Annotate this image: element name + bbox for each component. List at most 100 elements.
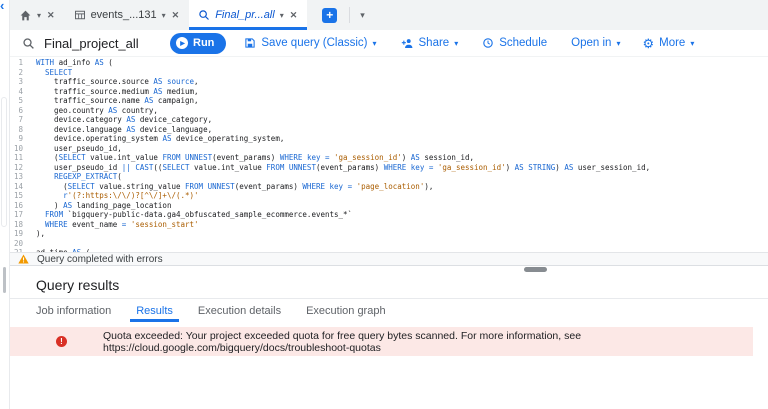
left-scrollbar-thumb[interactable] [3, 267, 6, 293]
tab-home[interactable]: ✕ [10, 0, 65, 30]
code-line[interactable]: 14 (SELECT value.string_value FROM UNNES… [10, 182, 768, 192]
code-line[interactable]: 19), [10, 229, 768, 239]
open-in-label: Open in [571, 37, 612, 49]
line-number: 3 [18, 77, 23, 86]
run-button[interactable]: Run [170, 32, 227, 54]
tab-label: Results [136, 304, 173, 317]
code-line[interactable]: 1 WITH ad_info AS ( [10, 58, 768, 68]
schedule-label: Schedule [499, 37, 548, 49]
line-number: 8 [18, 124, 23, 134]
line-number: 13 [13, 172, 23, 181]
more-button[interactable]: ⚙ More [642, 37, 694, 50]
save-query-button[interactable]: Save query (Classic) [244, 37, 376, 49]
code-line[interactable]: 6 geo.country AS country, [10, 106, 768, 116]
code-line[interactable]: 15 r'(?:https:\/\/)?[^\/]+\/(.*)' [10, 191, 768, 201]
code-line[interactable]: 10 user_pseudo_id, [10, 144, 768, 154]
line-number: 9 [18, 134, 23, 143]
line-number: 1 [18, 58, 23, 67]
quota-error-banner: Quota exceeded: Your project exceeded qu… [10, 327, 753, 356]
line-number: 15 [13, 191, 23, 200]
tab-label: Execution details [197, 304, 282, 317]
line-number: 19 [13, 229, 23, 238]
query-title: Final_project_all [44, 35, 139, 51]
code-line[interactable]: 4 traffic_source.medium AS medium, [10, 87, 768, 97]
tab-overflow-menu-icon[interactable] [360, 10, 365, 21]
code-line[interactable]: 18 WHERE event_name = 'session_start' [10, 220, 768, 230]
code-lines: 1 WITH ad_info AS (2 SELECT 3 traffic_sour… [10, 58, 768, 252]
add-tab-button[interactable] [322, 7, 338, 23]
code-line[interactable]: 16 ) AS landing_page_location [10, 201, 768, 211]
code-line[interactable]: 11 (SELECT value.int_value FROM UNNEST(e… [10, 153, 768, 163]
status-message: Query completed with errors [37, 253, 163, 265]
play-icon [176, 37, 188, 49]
line-number: 4 [18, 86, 23, 96]
close-icon[interactable]: ✕ [289, 10, 299, 21]
schedule-button[interactable]: Schedule [482, 37, 547, 49]
chevron-down-icon [616, 37, 620, 49]
line-number: 17 [13, 210, 23, 219]
save-label: Save query (Classic) [261, 37, 368, 49]
line-number: 18 [13, 219, 23, 229]
line-number: 11 [13, 153, 23, 162]
close-icon[interactable]: ✕ [171, 10, 181, 21]
error-message: Quota exceeded: Your project exceeded qu… [103, 329, 582, 354]
query-search-icon [23, 37, 34, 49]
code-line[interactable]: 7 device.category AS device_category, [10, 115, 768, 125]
query-search-icon [199, 10, 210, 20]
chevron-down-icon[interactable] [37, 9, 41, 21]
scroll-tabs-left-icon[interactable]: ‹ [0, 0, 4, 13]
tab-execution-graph[interactable]: Execution graph [300, 299, 392, 322]
code-line[interactable]: 12 user_pseudo_id || CAST((SELECT value.… [10, 163, 768, 173]
code-line[interactable]: 17 FROM `bigquery-public-data.ga4_obfusc… [10, 210, 768, 220]
results-header: Query results [36, 277, 120, 293]
panel-resize-handle[interactable] [524, 267, 547, 272]
open-in-button[interactable]: Open in [571, 37, 620, 49]
person-add-icon [401, 38, 412, 48]
save-icon [245, 38, 256, 48]
clock-icon [483, 38, 493, 48]
query-toolbar: Final_project_all Run Save query (Classi… [10, 30, 768, 57]
bigquery-workspace: ✕ events_...131 ✕ Final_pr...all ✕ Final… [10, 0, 768, 409]
code-line[interactable]: 3 traffic_source.source AS source, [10, 77, 768, 87]
code-line[interactable]: 9 device.operating_system AS device_oper… [10, 134, 768, 144]
tab-events-table[interactable]: events_...131 ✕ [65, 0, 190, 30]
chevron-down-icon [372, 37, 376, 49]
share-label: Share [418, 37, 450, 49]
tab-results[interactable]: Results [130, 299, 179, 322]
warning-icon [18, 254, 29, 264]
line-number: 5 [18, 96, 23, 105]
home-icon [20, 10, 31, 20]
table-icon [74, 10, 85, 20]
line-number: 20 [13, 238, 23, 248]
run-label: Run [193, 37, 215, 49]
line-number: 7 [18, 115, 23, 124]
code-line[interactable]: 13 REGEXP_EXTRACT( [10, 172, 768, 182]
tab-label: events_...131 [90, 9, 157, 21]
tab-label: Final_pr...all [215, 9, 275, 21]
chevron-down-icon[interactable] [162, 9, 166, 21]
line-number: 6 [18, 105, 23, 115]
chevron-down-icon [454, 37, 458, 49]
query-status-bar: Query completed with errors [10, 252, 768, 266]
chevron-down-icon[interactable] [280, 9, 284, 21]
tab-job-information[interactable]: Job information [30, 299, 117, 322]
tab-execution-details[interactable]: Execution details [192, 299, 287, 322]
code-line[interactable]: 8 device.language AS device_language, [10, 125, 768, 135]
sql-editor[interactable]: 1 WITH ad_info AS (2 SELECT 3 traffic_sour… [10, 58, 768, 252]
line-number: 2 [18, 67, 23, 77]
share-button[interactable]: Share [401, 37, 459, 50]
code-line[interactable]: 20 [10, 239, 768, 249]
tab-label: Execution graph [306, 304, 386, 317]
close-icon[interactable]: ✕ [46, 10, 56, 21]
code-line[interactable]: 5 traffic_source.name AS campaign, [10, 96, 768, 106]
editor-tab-strip: ✕ events_...131 ✕ Final_pr...all ✕ [10, 0, 768, 30]
code-line[interactable]: 2 SELECT [10, 68, 768, 78]
line-number: 10 [13, 143, 23, 153]
error-icon [56, 336, 67, 347]
tab-final-project-query[interactable]: Final_pr...all ✕ [189, 0, 308, 30]
line-number: 14 [13, 181, 23, 191]
more-label: More [659, 37, 686, 49]
gear-icon: ⚙ [642, 35, 655, 51]
divider [349, 7, 351, 23]
left-panel-strip: ‹ [0, 0, 10, 409]
